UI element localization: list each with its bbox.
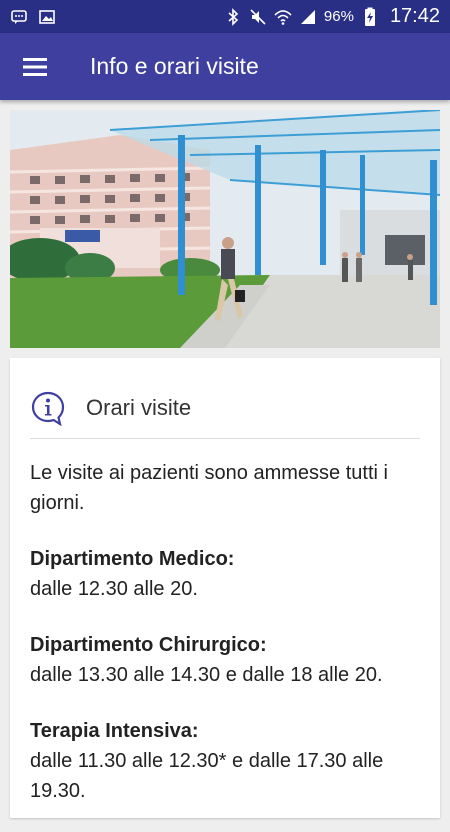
battery-percentage: 96% [323,8,354,25]
mute-icon [249,8,267,26]
bluetooth-icon [224,7,242,26]
battery-charging-icon [361,7,379,26]
clock: 17:42 [389,5,440,27]
card-header: Orari visite [30,378,420,438]
department-name: Dipartimento Chirurgico: [30,634,267,656]
hamburger-menu-icon [23,57,47,76]
visiting-hours-card: Orari visite Le visite ai pazienti sono … [10,358,440,818]
wifi-icon [274,8,292,26]
department-intensive-care: Terapia Intensiva: dalle 11.30 alle 12.3… [30,716,425,806]
department-surgical: Dipartimento Chirurgico: dalle 13.30 all… [30,630,425,690]
department-hours: dalle 12.30 alle 20. [30,578,198,600]
status-bar-left [10,8,56,26]
department-medical: Dipartimento Medico: dalle 12.30 alle 20… [30,544,425,604]
divider [30,438,420,439]
message-notification-icon [10,8,28,26]
visits-intro: Le visite ai pazienti sono ammesse tutti… [30,462,388,514]
app-bar: Info e orari visite [0,33,450,100]
image-notification-icon [38,8,56,26]
info-icon [31,391,65,426]
department-name: Terapia Intensiva: [30,720,199,742]
page-title: Info e orari visite [90,53,259,79]
menu-button[interactable] [0,33,70,100]
card-body: Le visite ai pazienti sono ammesse tutti… [30,458,425,832]
signal-icon [299,8,317,26]
department-hours: dalle 11.30 alle 12.30* e dalle 17.30 al… [30,750,384,802]
department-hours: dalle 13.30 alle 14.30 e dalle 18 alle 2… [30,664,383,686]
hospital-photo [10,110,440,348]
card-title: Orari visite [86,395,192,420]
status-bar: 96% 17:42 [0,0,450,33]
department-name: Dipartimento Medico: [30,548,235,570]
status-bar-right: 96% 17:42 [224,5,440,28]
